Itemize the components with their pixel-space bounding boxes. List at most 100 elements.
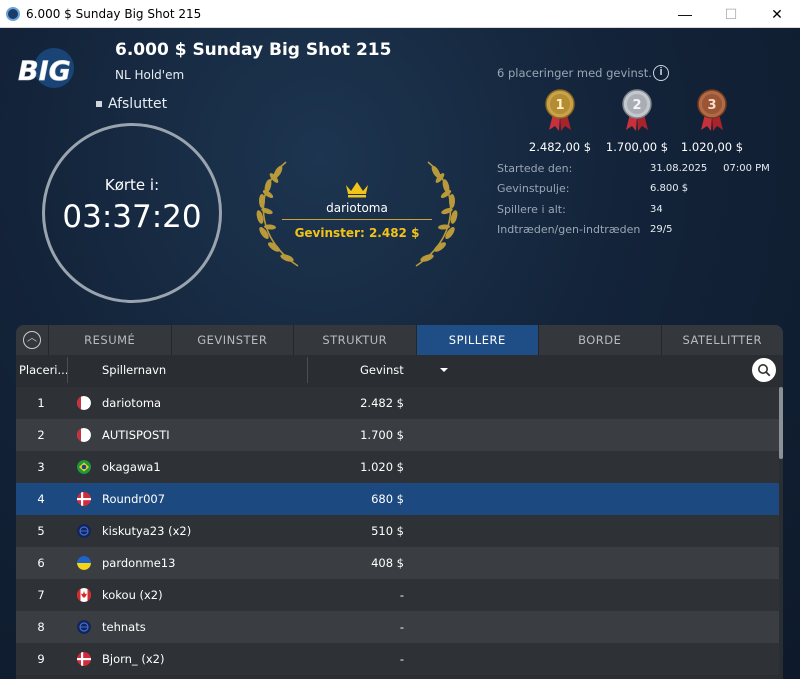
player-prize: - xyxy=(399,620,404,634)
player-place: 5 xyxy=(37,524,45,538)
column-separator[interactable] xyxy=(307,357,308,383)
player-prize: 1.700 $ xyxy=(360,428,404,442)
entries-reentries-value: 29/5 xyxy=(650,224,673,235)
player-place: 1 xyxy=(37,396,45,410)
prize-2nd: 1.700,00 $ xyxy=(605,140,669,154)
player-place: 6 xyxy=(37,556,45,570)
tab-resume[interactable]: RESUMÉ xyxy=(48,325,171,355)
big-logo: BIG xyxy=(18,48,74,88)
country-flag-icon xyxy=(77,492,91,506)
window-titlebar: 6.000 $ Sunday Big Shot 215 — ☐ ✕ xyxy=(0,0,800,28)
info-icon[interactable]: i xyxy=(653,65,669,81)
player-name: Roundr007 xyxy=(102,492,166,506)
table-row[interactable]: 5 kiskutya23 (x2) 510 $ xyxy=(16,515,779,547)
status-label: Afsluttet xyxy=(108,96,168,112)
bronze-medal-icon: 3 xyxy=(697,89,727,131)
player-prize: 680 $ xyxy=(371,492,404,506)
table-row[interactable]: 6 pardonme13 408 $ xyxy=(16,547,779,579)
tournament-lobby: BIG 6.000 $ Sunday Big Shot 215 NL Hold'… xyxy=(0,28,800,679)
minimize-button[interactable]: — xyxy=(662,0,708,28)
window-title: 6.000 $ Sunday Big Shot 215 xyxy=(26,6,202,21)
lobby-tabs-panel: ︿ RESUMÉ GEVINSTER STRUKTUR SPILLERE BOR… xyxy=(16,325,783,679)
timer-value: 03:37:20 xyxy=(62,199,202,235)
prize-pool-label: Gevinstpulje: xyxy=(497,182,570,195)
search-icon xyxy=(758,364,771,377)
winner-prize: Gevinster: 2.482 $ xyxy=(294,226,420,240)
player-prize: 510 $ xyxy=(371,524,404,538)
player-name: tehnats xyxy=(102,620,146,634)
prize-pool-value: 6.800 $ xyxy=(650,183,689,194)
tournament-status: Afsluttet xyxy=(96,96,167,112)
prize-3rd: 1.020,00 $ xyxy=(680,140,744,154)
start-date-label: Startede den: xyxy=(497,162,573,175)
player-name: kiskutya23 (x2) xyxy=(102,524,192,538)
maximize-button[interactable]: ☐ xyxy=(708,0,754,28)
scrollbar-thumb[interactable] xyxy=(779,387,783,459)
column-separator[interactable] xyxy=(67,357,68,383)
tab-prizes[interactable]: GEVINSTER xyxy=(170,325,294,355)
winner-divider xyxy=(282,219,432,220)
timer-label: Kørte i: xyxy=(104,176,160,194)
scrollbar[interactable] xyxy=(779,387,783,679)
sort-down-icon[interactable] xyxy=(440,368,448,372)
player-name: pardonme13 xyxy=(102,556,176,570)
player-prize: 2.482 $ xyxy=(360,396,404,410)
player-prize: - xyxy=(399,588,404,602)
player-place: 9 xyxy=(37,652,45,666)
entries-reentries-label: Indtræden/gen-indtræden xyxy=(497,223,641,236)
table-row[interactable]: 3 okagawa1 1.020 $ xyxy=(16,451,779,483)
player-name: Bjorn_ (x2) xyxy=(102,652,165,666)
country-flag-icon xyxy=(77,428,91,442)
tab-bar: ︿ RESUMÉ GEVINSTER STRUKTUR SPILLERE BOR… xyxy=(16,325,783,355)
medal-rank-2: 2 xyxy=(632,98,641,113)
player-prize: 1.020 $ xyxy=(360,460,404,474)
silver-medal-icon: 2 xyxy=(622,89,652,131)
status-square-icon xyxy=(96,101,102,107)
table-row[interactable]: 7 kokou (x2) - xyxy=(16,579,779,611)
country-flag-icon xyxy=(77,524,91,538)
tab-players[interactable]: SPILLERE xyxy=(415,325,538,355)
country-flag-icon xyxy=(77,652,91,666)
table-row[interactable]: 1 dariotoma 2.482 $ xyxy=(16,387,779,419)
column-place[interactable]: Placeri... xyxy=(19,355,68,385)
medal-rank-3: 3 xyxy=(707,98,716,113)
player-prize: 408 $ xyxy=(371,556,404,570)
player-place: 8 xyxy=(37,620,45,634)
elapsed-timer: Kørte i: 03:37:20 xyxy=(42,123,222,303)
table-row[interactable]: 9 Bjorn_ (x2) - xyxy=(16,643,779,675)
prize-1st: 2.482,00 $ xyxy=(528,140,592,154)
total-players-label: Spillere i alt: xyxy=(497,203,566,216)
country-flag-icon xyxy=(77,588,91,602)
medal-rank-1: 1 xyxy=(555,98,564,113)
player-name: kokou (x2) xyxy=(102,588,163,602)
paid-places-label: 6 placeringer med gevinst. xyxy=(497,66,652,80)
player-prize: - xyxy=(399,652,404,666)
laurel-wreath-icon xyxy=(256,161,458,267)
player-place: 2 xyxy=(37,428,45,442)
table-row[interactable]: 2 AUTISPOSTI 1.700 $ xyxy=(16,419,779,451)
country-flag-icon xyxy=(77,396,91,410)
tab-structure[interactable]: STRUKTUR xyxy=(293,325,416,355)
player-place: 3 xyxy=(37,460,45,474)
player-name: AUTISPOSTI xyxy=(102,428,170,442)
player-place: 7 xyxy=(37,588,45,602)
players-table-header: Placeri... Spillernavn Gevinst xyxy=(16,355,783,385)
player-name: okagawa1 xyxy=(102,460,161,474)
game-type: NL Hold'em xyxy=(115,68,185,82)
column-player-name[interactable]: Spillernavn xyxy=(102,355,166,385)
table-row[interactable]: 8 tehnats - xyxy=(16,611,779,643)
column-prize[interactable]: Gevinst xyxy=(360,355,404,385)
app-icon xyxy=(6,6,20,21)
tab-satellites[interactable]: SATELLITTER xyxy=(660,325,784,355)
gold-medal-icon: 1 xyxy=(545,89,575,131)
total-players-value: 34 xyxy=(650,204,663,215)
tournament-title: 6.000 $ Sunday Big Shot 215 xyxy=(115,40,392,60)
search-button[interactable] xyxy=(752,358,776,382)
start-date-value: 31.08.2025 07:00 PM xyxy=(650,163,770,174)
tab-tables[interactable]: BORDE xyxy=(538,325,661,355)
close-button[interactable]: ✕ xyxy=(754,0,800,28)
table-row[interactable]: 4 Roundr007 680 $ xyxy=(16,483,779,515)
collapse-button[interactable]: ︿ xyxy=(16,325,48,355)
player-name: dariotoma xyxy=(102,396,162,410)
player-place: 4 xyxy=(37,492,45,506)
